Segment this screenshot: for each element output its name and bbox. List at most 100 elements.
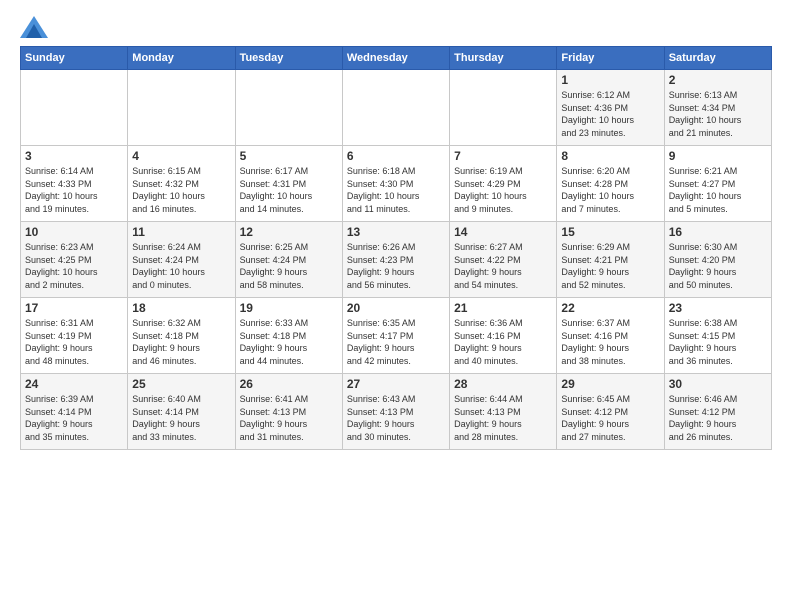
day-number: 15 (561, 225, 659, 239)
day-cell: 12Sunrise: 6:25 AM Sunset: 4:24 PM Dayli… (235, 222, 342, 298)
day-number: 8 (561, 149, 659, 163)
day-cell (450, 70, 557, 146)
day-info: Sunrise: 6:35 AM Sunset: 4:17 PM Dayligh… (347, 317, 445, 367)
day-cell: 15Sunrise: 6:29 AM Sunset: 4:21 PM Dayli… (557, 222, 664, 298)
day-info: Sunrise: 6:39 AM Sunset: 4:14 PM Dayligh… (25, 393, 123, 443)
day-number: 30 (669, 377, 767, 391)
col-header-sunday: Sunday (21, 47, 128, 70)
day-cell: 2 Sunrise: 6:13 AM Sunset: 4:34 PM Daylig… (664, 70, 771, 146)
col-header-saturday: Saturday (664, 47, 771, 70)
day-number: 25 (132, 377, 230, 391)
day-cell: 17 Sunrise: 6:31 AM Sunset: 4:19 PM Dayli… (21, 298, 128, 374)
header-row: SundayMondayTuesdayWednesdayThursdayFrid… (21, 47, 772, 70)
day-info: Sunrise: 6:17 AM Sunset: 4:31 PM Dayligh… (240, 165, 338, 215)
day-cell: 20 Sunrise: 6:35 AM Sunset: 4:17 PM Dayli… (342, 298, 449, 374)
day-number: 19 (240, 301, 338, 315)
logo-icon (20, 16, 48, 38)
col-header-wednesday: Wednesday (342, 47, 449, 70)
day-cell (342, 70, 449, 146)
col-header-friday: Friday (557, 47, 664, 70)
day-number: 5 (240, 149, 338, 163)
day-info: Sunrise: 6:31 AM Sunset: 4:19 PM Dayligh… (25, 317, 123, 367)
day-cell: 1 Sunrise: 6:12 AM Sunset: 4:36 PM Daylig… (557, 70, 664, 146)
day-number: 22 (561, 301, 659, 315)
day-number: 2 (669, 73, 767, 87)
col-header-tuesday: Tuesday (235, 47, 342, 70)
day-cell: 24 Sunrise: 6:39 AM Sunset: 4:14 PM Dayli… (21, 374, 128, 450)
day-info: Sunrise: 6:23 AM Sunset: 4:25 PM Dayligh… (25, 241, 123, 291)
day-info: Sunrise: 6:45 AM Sunset: 4:12 PM Dayligh… (561, 393, 659, 443)
day-info: Sunrise: 6:36 AM Sunset: 4:16 PM Dayligh… (454, 317, 552, 367)
day-cell: 13 Sunrise: 6:26 AM Sunset: 4:23 PM Dayli… (342, 222, 449, 298)
calendar-page: SundayMondayTuesdayWednesdayThursdayFrid… (0, 0, 792, 612)
day-cell: 21 Sunrise: 6:36 AM Sunset: 4:16 PM Dayli… (450, 298, 557, 374)
day-info: Sunrise: 6:26 AM Sunset: 4:23 PM Dayligh… (347, 241, 445, 291)
day-cell: 9 Sunrise: 6:21 AM Sunset: 4:27 PM Daylig… (664, 146, 771, 222)
day-number: 4 (132, 149, 230, 163)
day-cell: 16Sunrise: 6:30 AM Sunset: 4:20 PM Dayli… (664, 222, 771, 298)
day-cell: 11 Sunrise: 6:24 AM Sunset: 4:24 PM Dayli… (128, 222, 235, 298)
day-number: 10 (25, 225, 123, 239)
day-info: Sunrise: 6:41 AM Sunset: 4:13 PM Dayligh… (240, 393, 338, 443)
day-cell (128, 70, 235, 146)
day-cell: 22 Sunrise: 6:37 AM Sunset: 4:16 PM Dayli… (557, 298, 664, 374)
day-cell: 14 Sunrise: 6:27 AM Sunset: 4:22 PM Dayli… (450, 222, 557, 298)
day-info: Sunrise: 6:25 AM Sunset: 4:24 PM Dayligh… (240, 241, 338, 291)
day-cell: 7 Sunrise: 6:19 AM Sunset: 4:29 PM Daylig… (450, 146, 557, 222)
day-cell: 10 Sunrise: 6:23 AM Sunset: 4:25 PM Dayli… (21, 222, 128, 298)
day-cell: 6Sunrise: 6:18 AM Sunset: 4:30 PM Daylig… (342, 146, 449, 222)
day-number: 20 (347, 301, 445, 315)
day-cell: 23 Sunrise: 6:38 AM Sunset: 4:15 PM Dayli… (664, 298, 771, 374)
day-info: Sunrise: 6:21 AM Sunset: 4:27 PM Dayligh… (669, 165, 767, 215)
day-number: 13 (347, 225, 445, 239)
logo (20, 16, 52, 38)
day-info: Sunrise: 6:30 AM Sunset: 4:20 PM Dayligh… (669, 241, 767, 291)
day-cell (21, 70, 128, 146)
day-number: 3 (25, 149, 123, 163)
day-number: 24 (25, 377, 123, 391)
day-cell: 29 Sunrise: 6:45 AM Sunset: 4:12 PM Dayli… (557, 374, 664, 450)
day-number: 28 (454, 377, 552, 391)
day-number: 29 (561, 377, 659, 391)
day-cell: 19 Sunrise: 6:33 AM Sunset: 4:18 PM Dayli… (235, 298, 342, 374)
week-row-1: 1 Sunrise: 6:12 AM Sunset: 4:36 PM Daylig… (21, 70, 772, 146)
day-info: Sunrise: 6:43 AM Sunset: 4:13 PM Dayligh… (347, 393, 445, 443)
day-info: Sunrise: 6:14 AM Sunset: 4:33 PM Dayligh… (25, 165, 123, 215)
day-info: Sunrise: 6:20 AM Sunset: 4:28 PM Dayligh… (561, 165, 659, 215)
col-header-thursday: Thursday (450, 47, 557, 70)
day-number: 7 (454, 149, 552, 163)
day-info: Sunrise: 6:37 AM Sunset: 4:16 PM Dayligh… (561, 317, 659, 367)
day-info: Sunrise: 6:38 AM Sunset: 4:15 PM Dayligh… (669, 317, 767, 367)
day-number: 18 (132, 301, 230, 315)
day-cell (235, 70, 342, 146)
day-info: Sunrise: 6:27 AM Sunset: 4:22 PM Dayligh… (454, 241, 552, 291)
day-number: 23 (669, 301, 767, 315)
day-number: 26 (240, 377, 338, 391)
day-number: 1 (561, 73, 659, 87)
day-cell: 18 Sunrise: 6:32 AM Sunset: 4:18 PM Dayli… (128, 298, 235, 374)
day-cell: 3 Sunrise: 6:14 AM Sunset: 4:33 PM Daylig… (21, 146, 128, 222)
day-info: Sunrise: 6:19 AM Sunset: 4:29 PM Dayligh… (454, 165, 552, 215)
week-row-2: 3 Sunrise: 6:14 AM Sunset: 4:33 PM Daylig… (21, 146, 772, 222)
day-number: 9 (669, 149, 767, 163)
day-info: Sunrise: 6:46 AM Sunset: 4:12 PM Dayligh… (669, 393, 767, 443)
day-cell: 5 Sunrise: 6:17 AM Sunset: 4:31 PM Daylig… (235, 146, 342, 222)
day-info: Sunrise: 6:33 AM Sunset: 4:18 PM Dayligh… (240, 317, 338, 367)
day-cell: 26 Sunrise: 6:41 AM Sunset: 4:13 PM Dayli… (235, 374, 342, 450)
day-cell: 8 Sunrise: 6:20 AM Sunset: 4:28 PM Daylig… (557, 146, 664, 222)
day-number: 11 (132, 225, 230, 239)
day-number: 14 (454, 225, 552, 239)
page-header (20, 16, 772, 38)
day-info: Sunrise: 6:24 AM Sunset: 4:24 PM Dayligh… (132, 241, 230, 291)
week-row-3: 10 Sunrise: 6:23 AM Sunset: 4:25 PM Dayli… (21, 222, 772, 298)
day-number: 17 (25, 301, 123, 315)
day-info: Sunrise: 6:12 AM Sunset: 4:36 PM Dayligh… (561, 89, 659, 139)
day-info: Sunrise: 6:13 AM Sunset: 4:34 PM Dayligh… (669, 89, 767, 139)
day-cell: 27 Sunrise: 6:43 AM Sunset: 4:13 PM Dayli… (342, 374, 449, 450)
day-number: 21 (454, 301, 552, 315)
day-number: 27 (347, 377, 445, 391)
col-header-monday: Monday (128, 47, 235, 70)
day-cell: 25Sunrise: 6:40 AM Sunset: 4:14 PM Dayli… (128, 374, 235, 450)
day-info: Sunrise: 6:32 AM Sunset: 4:18 PM Dayligh… (132, 317, 230, 367)
day-info: Sunrise: 6:18 AM Sunset: 4:30 PM Dayligh… (347, 165, 445, 215)
